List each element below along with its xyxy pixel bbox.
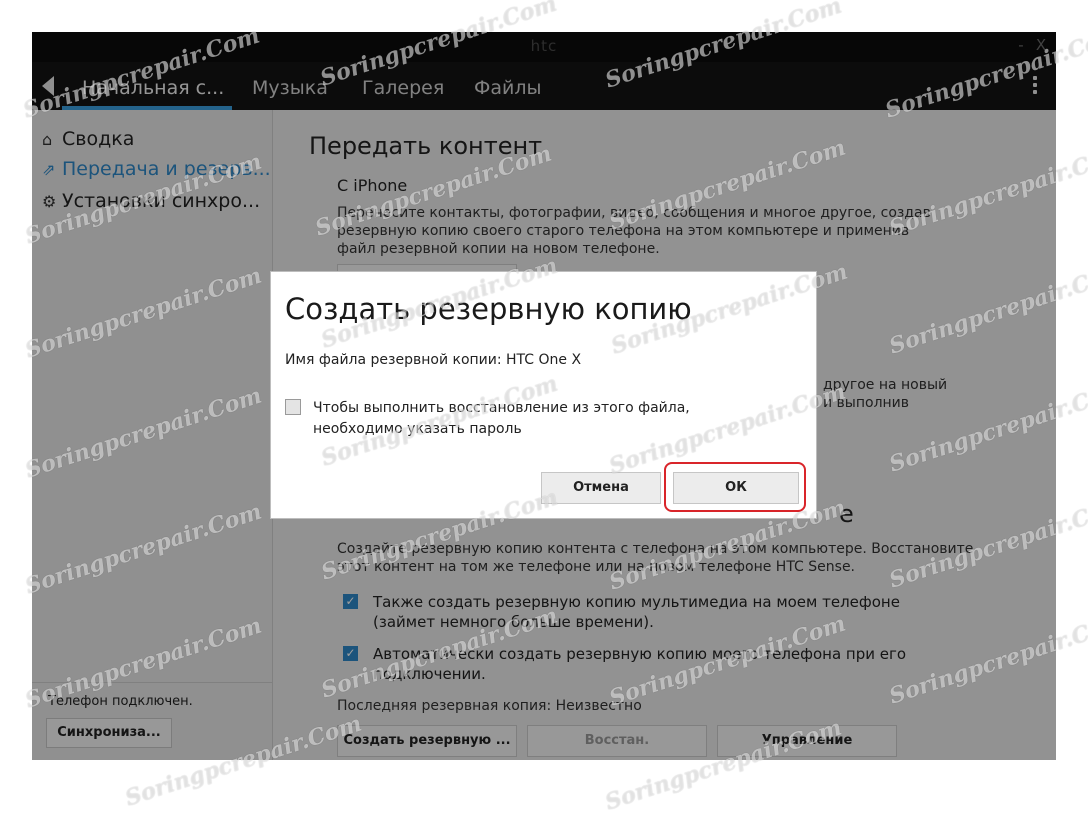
cancel-button[interactable]: Отмена (541, 472, 661, 504)
dialog-title: Создать резервную копию (285, 292, 692, 326)
password-checkbox[interactable] (285, 399, 301, 415)
password-checkbox-label: Чтобы выполнить восстановление из этого … (313, 400, 690, 437)
create-backup-dialog: Создать резервную копию Имя файла резерв… (271, 272, 816, 518)
backup-file-name: Имя файла резервной копии: HTC One X (285, 352, 582, 368)
ok-button-highlight (664, 462, 806, 512)
